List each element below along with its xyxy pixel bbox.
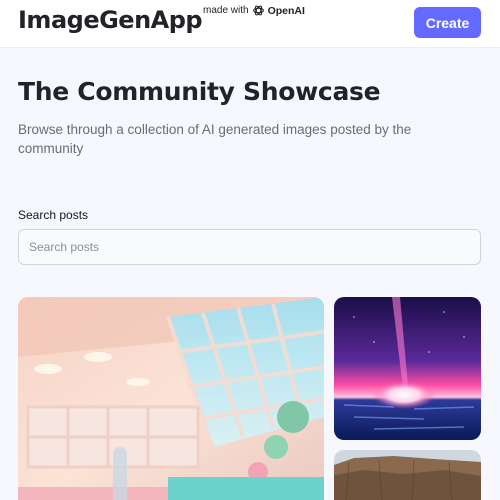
- create-button[interactable]: Create: [414, 7, 481, 38]
- interior-pool-image: [18, 297, 324, 500]
- made-with-text: made with: [203, 5, 249, 16]
- search-label: Search posts: [18, 208, 89, 222]
- gallery-card-ocean-sunset[interactable]: [334, 297, 481, 440]
- top-nav: ImageGenApp made with OpenAI Create: [0, 0, 500, 48]
- app-logo[interactable]: ImageGenApp: [18, 6, 203, 34]
- search-input[interactable]: [18, 229, 481, 265]
- desert-mesa-image: [334, 450, 481, 500]
- gallery-card-desert-mesa[interactable]: [334, 450, 481, 500]
- page-subtitle: Browse through a collection of AI genera…: [18, 122, 412, 156]
- gallery-card-interior-pool[interactable]: [18, 297, 324, 500]
- made-with-badge: made with OpenAI: [203, 4, 305, 17]
- ocean-sunset-image: [334, 297, 481, 440]
- page-title: The Community Showcase: [18, 77, 381, 106]
- openai-wordmark: OpenAI: [267, 4, 305, 17]
- openai-icon: [252, 4, 265, 17]
